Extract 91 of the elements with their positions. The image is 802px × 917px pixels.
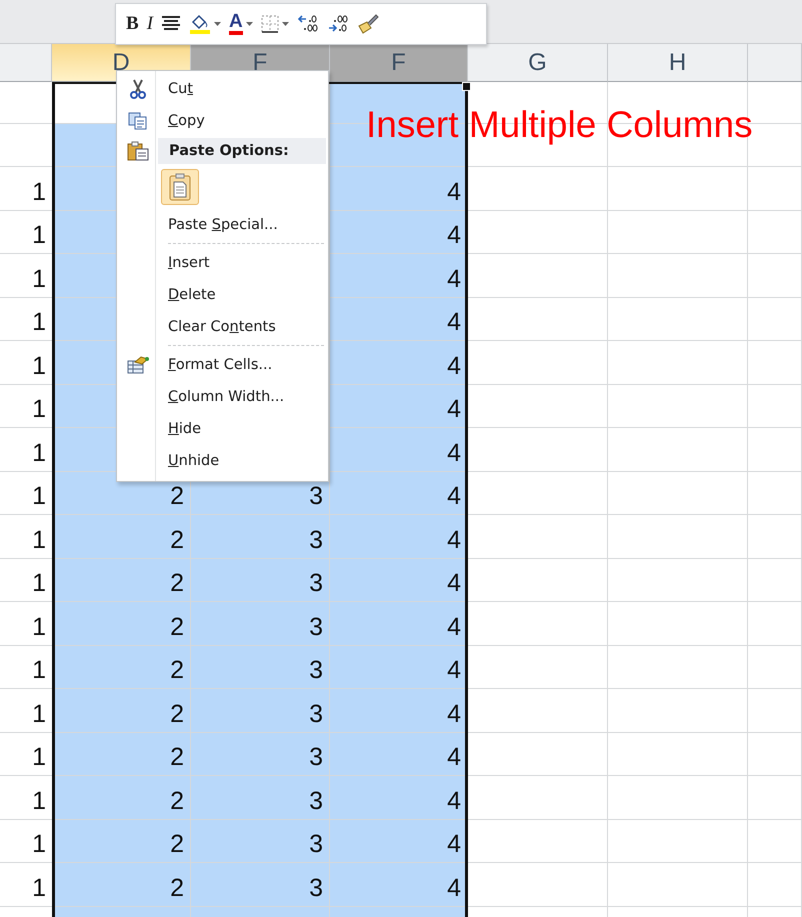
table-cell: 1 [0,298,52,341]
italic-button[interactable]: I [144,9,156,39]
table-cell: 4 [330,820,468,863]
menu-item[interactable]: Delete [157,287,216,303]
menu-item[interactable]: Column Width... [157,389,284,405]
font-color-button[interactable]: A [227,9,255,39]
table-cell [748,732,802,776]
column-header[interactable]: F [330,44,468,82]
table-cell: 2 [52,820,191,863]
borders-icon [260,15,279,33]
table-cell: 3 [191,515,330,558]
fill-handle[interactable] [462,82,471,91]
table-cell: 4 [330,298,468,341]
table-cell: 1 [0,646,52,689]
copy-icon [128,112,148,130]
table-cell: 1 [0,384,52,428]
table-cell: 3 [191,820,330,863]
table-cell: 1 [0,732,52,776]
table-cell [748,646,802,689]
fill-color-icon [189,14,212,34]
table-cell: 4 [330,558,468,602]
menu-item[interactable]: Copy [157,113,205,129]
table-cell [748,167,802,210]
table-cell: 4 [330,776,468,820]
menu-item[interactable]: Clear Contents [157,319,276,335]
menu-section-header: Paste Options: [158,138,326,164]
table-cell [748,863,802,906]
table-cell: 4 [330,515,468,558]
table-cell: 1 [0,558,52,602]
table-cell [748,341,802,384]
table-cell: 2 [52,515,191,558]
table-cell: 3 [191,732,330,776]
menu-item[interactable]: Cut [157,81,194,97]
table-cell: 3 [191,863,330,906]
decrease-decimal-icon [326,15,349,33]
table-cell: 4 [330,863,468,906]
table-cell: 2 [52,863,191,906]
table-cell [748,384,802,428]
table-cell: 2 [52,689,191,732]
table-cell: 4 [330,254,468,298]
increase-decimal-icon [296,15,319,33]
table-cell: 1 [0,472,52,515]
table-cell: 4 [330,732,468,776]
table-cell: 3 [191,602,330,646]
table-cell [748,776,802,820]
table-cell: 3 [191,558,330,602]
table-cell: 2 [52,776,191,820]
menu-item[interactable]: Format Cells... [157,357,272,373]
table-cell [748,428,802,472]
clipboard-icon [127,141,149,161]
table-cell: 4 [330,210,468,254]
table-cell: 4 [330,646,468,689]
column-header[interactable]: H [608,44,748,82]
table-cell: 3 [191,646,330,689]
table-cell: 2 [52,646,191,689]
table-cell: 1 [0,820,52,863]
table-cell: 4 [330,384,468,428]
format-painter-icon [356,14,379,34]
table-cell: 2 [52,732,191,776]
paste-option-button[interactable] [161,169,199,205]
clipboard-icon [168,173,192,201]
table-cell [748,602,802,646]
table-cell: 4 [330,602,468,646]
table-cell: 2 [52,558,191,602]
table-cell [748,558,802,602]
table-cell: 1 [0,210,52,254]
menu-item[interactable]: Insert [157,255,210,271]
table-cell [748,689,802,732]
table-cell: 4 [330,167,468,210]
table-cell: 3 [191,776,330,820]
table-cell [748,515,802,558]
format-cells-icon [127,356,149,374]
scissors-icon [129,79,147,99]
table-cell: 2 [52,602,191,646]
table-cell: 3 [191,689,330,732]
table-cell [748,820,802,863]
menu-item[interactable]: Paste Special... [157,217,278,233]
table-cell: 4 [330,428,468,472]
menu-item[interactable]: Unhide [157,453,220,469]
table-cell: 4 [330,472,468,515]
align-center-icon [161,16,182,32]
column-header[interactable]: G [468,44,608,82]
table-cell: 4 [330,689,468,732]
menu-item[interactable]: Hide [157,421,202,437]
bold-button[interactable]: B [124,9,141,39]
table-cell: 4 [330,341,468,384]
table-cell [748,210,802,254]
table-cell [748,254,802,298]
sheet-title: Insert Multiple Columns [366,104,753,144]
table-cell [748,472,802,515]
table-cell [748,298,802,341]
